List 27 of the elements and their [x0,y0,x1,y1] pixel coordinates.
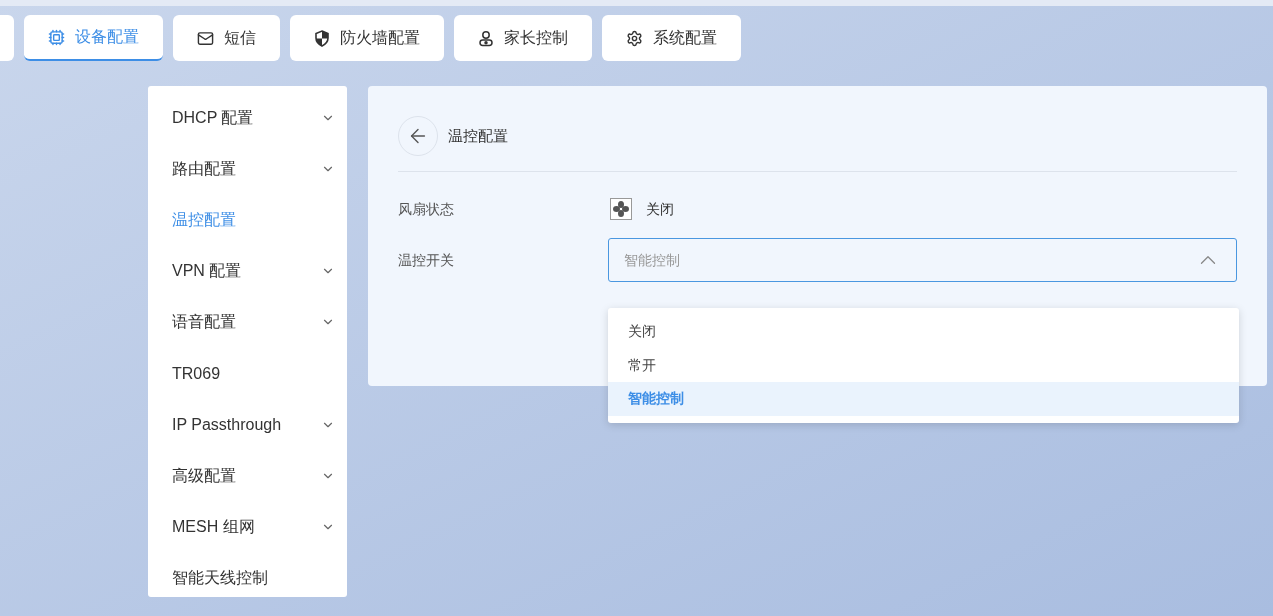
nav-tab[interactable]: 系统配置 [602,15,741,61]
sidebar-item[interactable]: 高级配置 [148,450,347,502]
panel-title: 温控配置 [448,125,508,146]
sidebar-item[interactable]: 语音配置 [148,296,347,348]
nav-tab[interactable]: 防火墙配置 [290,15,444,61]
sidebar-item[interactable]: VPN 配置 [148,245,347,297]
shield-icon [314,29,330,47]
fan-icon [610,198,632,220]
dropdown-option[interactable]: 常开 [608,348,1239,382]
sidebar-item[interactable]: IP Passthrough [148,399,347,451]
sidebar-item[interactable]: DHCP 配置 [148,92,347,144]
sidebar-item[interactable]: 智能天线控制 [148,552,347,604]
sidebar-item[interactable]: TR069 [148,347,347,400]
field-label: 风扇状态 [398,199,455,219]
settings-icon [626,29,643,47]
nav-tab[interactable]: 家长控制 [454,15,592,61]
field-label: 温控开关 [398,250,455,270]
dropdown-option[interactable]: 关闭 [608,315,1239,349]
sidebar-item[interactable]: 温控配置 [148,194,347,246]
fan-status-value: 关闭 [646,199,674,219]
chip-icon [48,28,65,46]
nav-tab[interactable]: 设备配置 [24,15,163,61]
nav-tab[interactable]: 短信 [173,15,280,61]
sidebar-item[interactable]: MESH 组网 [148,501,347,553]
sidebar-item[interactable]: 路由配置 [148,143,347,195]
mail-icon [197,29,214,47]
person-icon [478,29,494,47]
